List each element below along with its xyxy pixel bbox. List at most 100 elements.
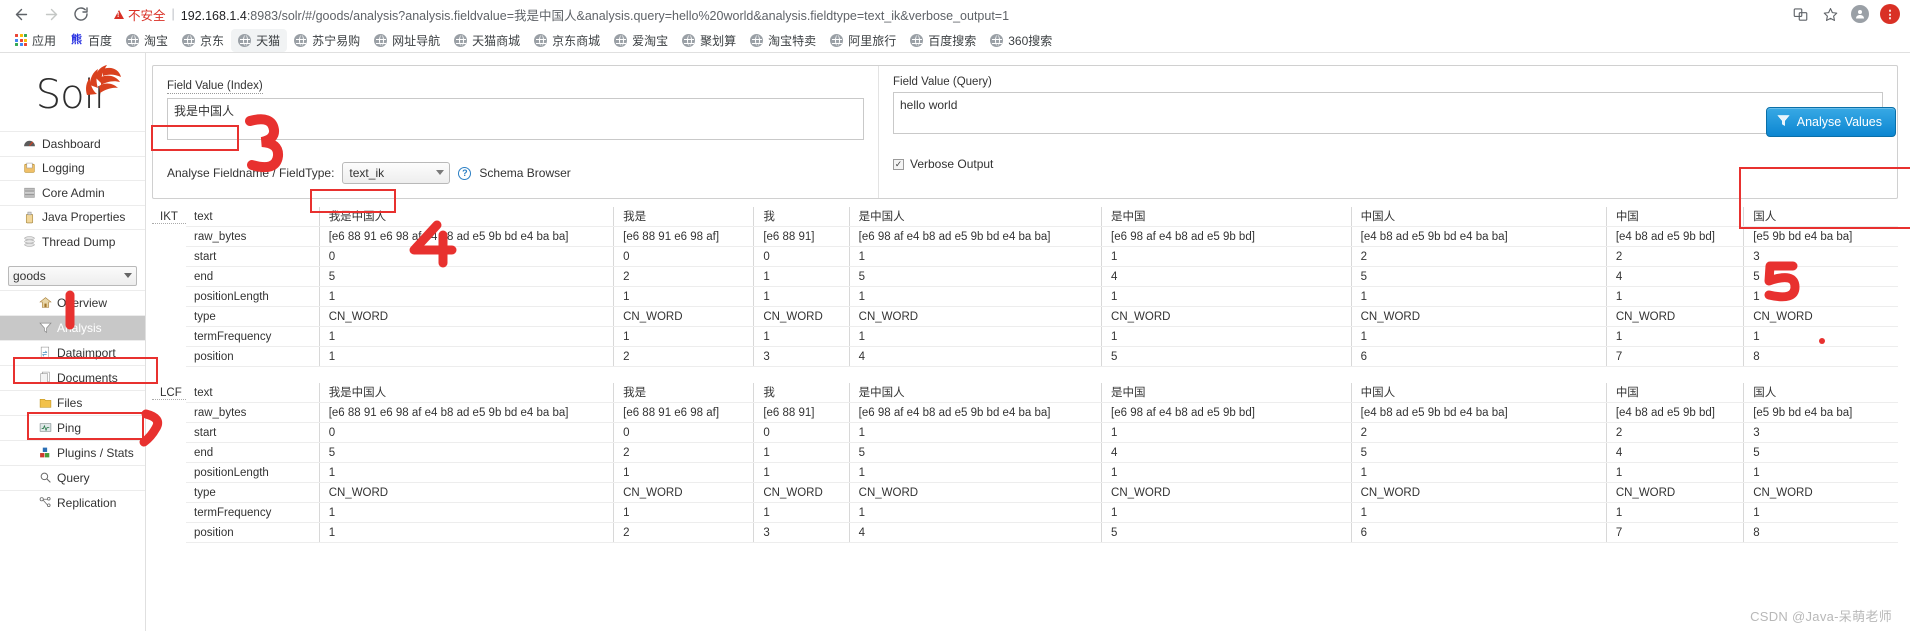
token-position: 1 bbox=[318, 522, 614, 543]
token-positionLength: 1 bbox=[1743, 286, 1898, 307]
bookmark-10[interactable]: 爱淘宝 bbox=[607, 29, 675, 52]
field-value-index-input[interactable] bbox=[167, 98, 864, 140]
verbose-output-checkbox[interactable]: ✓ bbox=[893, 158, 904, 170]
warning-triangle-icon bbox=[114, 9, 124, 19]
row-key: positionLength bbox=[186, 286, 320, 307]
sidebar-item-dashboard[interactable]: Dashboard bbox=[0, 131, 145, 156]
back-arrow-icon[interactable] bbox=[8, 1, 34, 27]
table-row: termFrequency 1 1 1 1 1 1 1 1 bbox=[186, 326, 1898, 347]
table-row: start 0 0 0 1 1 2 2 3 bbox=[186, 422, 1898, 443]
bookmark-label: 天猫 bbox=[256, 33, 281, 48]
plugins-blocks-icon bbox=[38, 446, 52, 460]
bookmark-label: 天猫商城 bbox=[472, 33, 521, 48]
field-value-query-input[interactable] bbox=[893, 92, 1883, 134]
token-start: 3 bbox=[1743, 246, 1898, 267]
address-bar[interactable]: 不安全 | 192.168.1.4:8983/solr/#/goods/anal… bbox=[104, 3, 1778, 25]
sidebar-item-logging[interactable]: Logging bbox=[0, 155, 145, 181]
star-icon[interactable] bbox=[1818, 2, 1842, 26]
sidebar-item-documents[interactable]: Documents bbox=[0, 364, 145, 390]
token-type: CN_WORD bbox=[318, 306, 614, 327]
core-selector[interactable]: goods bbox=[8, 265, 137, 286]
token-termFrequency: 1 bbox=[613, 502, 754, 523]
bookmark-5[interactable]: 天猫 bbox=[231, 28, 288, 52]
bookmark-2[interactable]: 熊百度 bbox=[63, 29, 119, 52]
security-label: 不安全 bbox=[128, 8, 166, 23]
sidebar-item-thread-dump[interactable]: Thread Dump bbox=[0, 229, 145, 254]
security-warning[interactable]: 不安全 bbox=[114, 5, 166, 24]
token-positionLength: 1 bbox=[318, 286, 614, 307]
question-mark-icon[interactable]: ? bbox=[458, 166, 472, 180]
forward-arrow-icon[interactable] bbox=[38, 1, 64, 27]
token-text: 是中国人 bbox=[848, 207, 1102, 227]
token-text: 我 bbox=[753, 207, 850, 227]
funnel-icon bbox=[1777, 114, 1790, 130]
globe-icon bbox=[126, 33, 140, 47]
sidebar-item-overview[interactable]: Overview bbox=[0, 289, 145, 315]
verbose-output-row[interactable]: ✓ Verbose Output bbox=[893, 157, 1883, 171]
token-type: CN_WORD bbox=[613, 306, 754, 327]
table-row: end 5 2 1 5 4 5 4 5 bbox=[186, 266, 1898, 287]
sidebar-item-dataimport[interactable]: Dataimport bbox=[0, 339, 145, 365]
translate-icon[interactable] bbox=[1788, 2, 1812, 26]
token-type: CN_WORD bbox=[1101, 482, 1352, 503]
sidebar-item-plugins-stats[interactable]: Plugins / Stats bbox=[0, 439, 145, 465]
chrome-menu-icon[interactable]: ⋮ bbox=[1878, 2, 1902, 26]
fieldtype-select[interactable]: text_ik bbox=[342, 162, 451, 184]
sidebar-item-analysis[interactable]: Analysis bbox=[0, 314, 145, 340]
sidebar-item-core-admin[interactable]: Core Admin bbox=[0, 180, 145, 205]
bookmark-label: 淘宝特卖 bbox=[768, 33, 817, 48]
sidebar-item-java-properties[interactable]: Java Properties bbox=[0, 204, 145, 230]
token-positionLength: 1 bbox=[848, 286, 1102, 307]
token-start: 0 bbox=[613, 422, 754, 443]
bookmark-14[interactable]: 百度搜索 bbox=[903, 29, 983, 52]
sidebar-item-query[interactable]: Query bbox=[0, 464, 145, 490]
bookmark-1[interactable]: 应用 bbox=[8, 29, 63, 52]
reload-icon[interactable] bbox=[68, 1, 94, 27]
table-row: text 我是中国人 我是我是中国人 是中国 中国人 中国 国人 bbox=[186, 383, 1898, 403]
bookmark-12[interactable]: 淘宝特卖 bbox=[743, 29, 823, 52]
analyzer-tag[interactable]: LCF bbox=[152, 385, 186, 400]
token-type: CN_WORD bbox=[753, 482, 850, 503]
bookmark-13[interactable]: 阿里旅行 bbox=[823, 29, 903, 52]
token-position: 8 bbox=[1743, 346, 1898, 367]
token-positionLength: 1 bbox=[753, 462, 850, 483]
analyzer-tag[interactable]: IKT bbox=[152, 209, 186, 224]
token-positionLength: 1 bbox=[848, 462, 1102, 483]
token-start: 1 bbox=[1101, 422, 1352, 443]
bookmark-8[interactable]: 天猫商城 bbox=[447, 29, 527, 52]
bookmark-11[interactable]: 聚划算 bbox=[675, 29, 743, 52]
bookmark-6[interactable]: 苏宁易购 bbox=[287, 29, 367, 52]
token-raw_bytes: [e5 9b bd e4 ba ba] bbox=[1743, 402, 1898, 423]
analyse-values-button[interactable]: Analyse Values bbox=[1765, 107, 1896, 137]
analysis-results: IKT text 我是中国人 我是我是中国人 是中国 中国人 中国 国人 raw_bytes [e… bbox=[152, 207, 1898, 543]
token-end: 1 bbox=[753, 266, 850, 287]
sidebar-item-label: Replication bbox=[57, 495, 117, 510]
bookmark-7[interactable]: 网址导航 bbox=[367, 29, 447, 52]
bookmark-label: 网址导航 bbox=[392, 33, 441, 48]
token-type: CN_WORD bbox=[1350, 306, 1607, 327]
row-key: end bbox=[186, 266, 320, 287]
field-value-query-label: Field Value (Query) bbox=[893, 76, 992, 88]
bookmark-4[interactable]: 京东 bbox=[175, 29, 231, 52]
token-position: 4 bbox=[848, 346, 1102, 367]
token-type: CN_WORD bbox=[1605, 306, 1744, 327]
token-start: 2 bbox=[1350, 422, 1607, 443]
bookmark-3[interactable]: 淘宝 bbox=[119, 29, 175, 52]
table-row: positionLength 1 1 1 1 1 1 1 1 bbox=[186, 462, 1898, 483]
sidebar-item-replication[interactable]: Replication bbox=[0, 489, 145, 515]
sidebar-item-files[interactable]: Files bbox=[0, 389, 145, 415]
token-positionLength: 1 bbox=[613, 286, 754, 307]
token-positionLength: 1 bbox=[318, 462, 614, 483]
token-text: 是中国 bbox=[1101, 383, 1352, 403]
schema-browser-link[interactable]: Schema Browser bbox=[479, 166, 570, 180]
analyse-values-label: Analyse Values bbox=[1796, 115, 1882, 129]
sidebar-item-ping[interactable]: Ping bbox=[0, 414, 145, 440]
row-key: end bbox=[186, 442, 320, 463]
bookmark-15[interactable]: 360搜索 bbox=[983, 29, 1059, 52]
analysis-table: text 我是中国人 我是我是中国人 是中国 中国人 中国 国人 raw_bytes [e6 8… bbox=[186, 383, 1898, 543]
solr-logo[interactable]: Solr bbox=[0, 53, 145, 131]
bookmark-label: 京东 bbox=[200, 33, 225, 48]
profile-avatar-icon[interactable] bbox=[1848, 2, 1872, 26]
bookmark-9[interactable]: 京东商城 bbox=[527, 29, 607, 52]
token-type: CN_WORD bbox=[318, 482, 614, 503]
